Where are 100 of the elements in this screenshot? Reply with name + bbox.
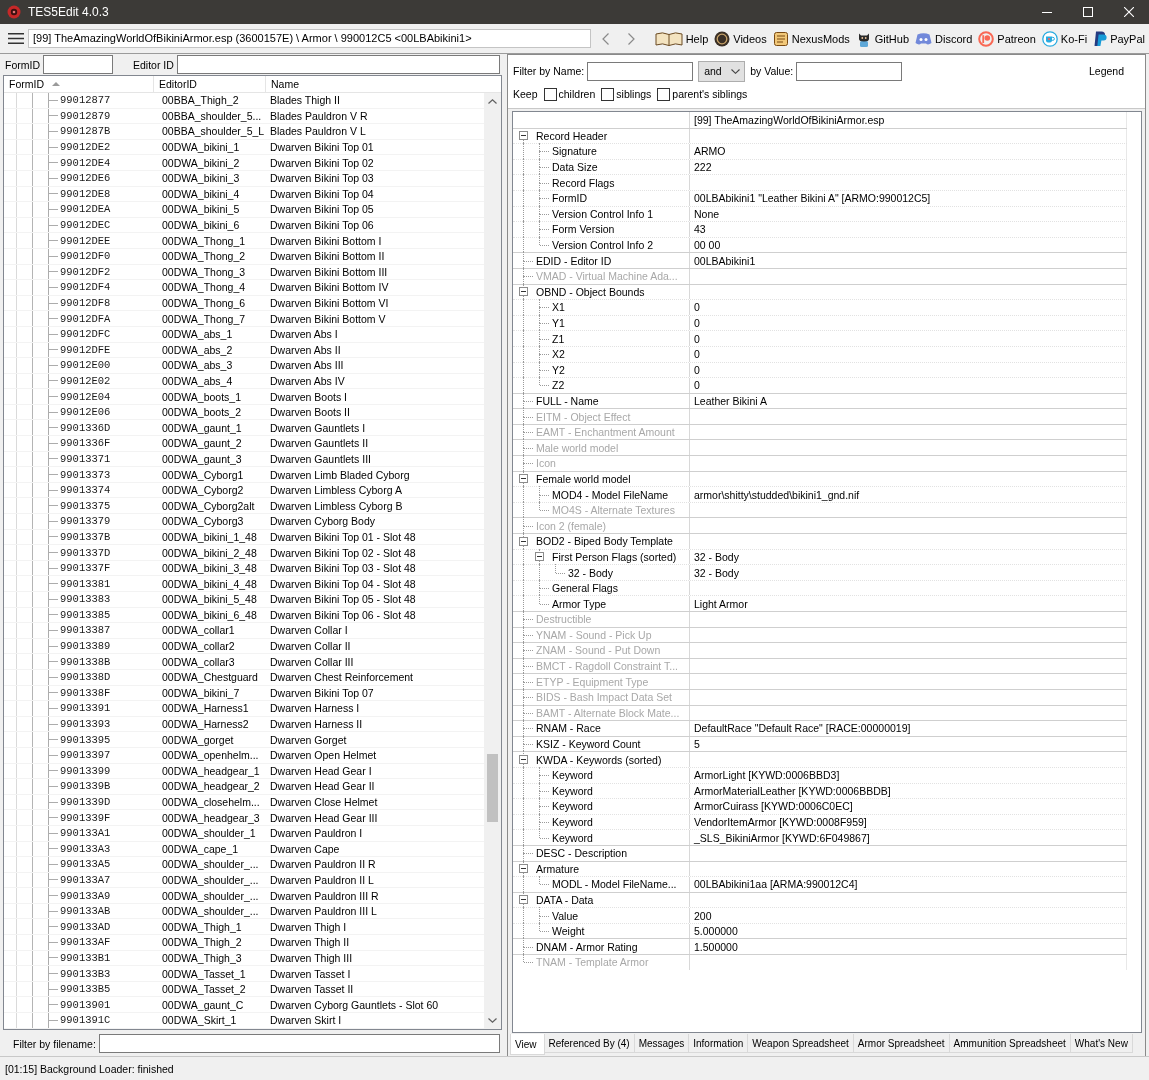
table-cell[interactable]: 990133A7 [60, 874, 111, 886]
column-header[interactable]: EditorID [154, 76, 266, 92]
table-cell[interactable]: 990133AF [60, 936, 111, 949]
table-cell[interactable]: Dwarven Bikini Top 06 [270, 219, 374, 232]
collapse-icon[interactable] [535, 552, 544, 562]
table-cell[interactable]: 99013385 [60, 608, 111, 621]
table-cell[interactable]: 990133A3 [60, 842, 111, 855]
table-cell[interactable]: 00DWA_Thigh_3 [162, 951, 242, 964]
tab[interactable]: What's New [1069, 1034, 1133, 1053]
table-cell[interactable]: 00DWA_Cyborg2 [162, 484, 244, 497]
table-cell[interactable]: 00DWA_gaunt_2 [162, 437, 242, 450]
table-cell[interactable]: 99012DF4 [60, 281, 111, 294]
filter-value-field[interactable] [796, 61, 903, 81]
table-cell[interactable]: 9901336D [60, 421, 111, 434]
table-cell[interactable]: 00DWA_boots_1 [162, 390, 241, 403]
filename-filter-field[interactable] [98, 1034, 500, 1053]
table-cell[interactable]: Dwarven Abs III [270, 359, 344, 372]
operator-dropdown[interactable]: and [698, 60, 746, 82]
table-cell[interactable]: Dwarven Bikini Top 03 [270, 172, 374, 185]
checkbox-option[interactable]: children [543, 87, 596, 101]
table-cell[interactable]: 00DWA_collar2 [162, 640, 235, 653]
table-cell[interactable]: 99012DE2 [60, 141, 111, 154]
collapse-icon[interactable] [519, 536, 528, 546]
table-cell[interactable]: 00DWA_bikini_5_48 [162, 593, 257, 606]
table-cell[interactable]: 00DWA_Thigh_1 [162, 920, 242, 933]
collapse-icon[interactable] [519, 474, 528, 484]
table-cell[interactable]: 990133A9 [60, 889, 111, 902]
table-cell[interactable]: 00DWA_shoulder_... [162, 858, 259, 871]
table-cell[interactable]: Dwarven Bikini Top 02 - Slot 48 [270, 546, 416, 559]
table-cell[interactable]: Dwarven Pauldron III L [270, 905, 377, 918]
column-header[interactable]: FormID [4, 76, 154, 92]
toolbar-link[interactable]: Patreon [978, 28, 1036, 49]
table-cell[interactable]: 00BBA_shoulder_5_L [162, 125, 265, 138]
table-cell[interactable]: 99012E00 [60, 359, 111, 372]
table-cell[interactable]: 00DWA_bikini_6_48 [162, 608, 257, 621]
toolbar-link[interactable]: Videos [714, 28, 767, 49]
table-cell[interactable]: 00DWA_headgear_3 [162, 811, 260, 824]
table-cell[interactable]: Dwarven Head Gear I [270, 764, 372, 777]
table-cell[interactable]: Dwarven Collar III [270, 655, 354, 668]
table-cell[interactable]: 99012E06 [60, 406, 111, 419]
filter-name-field[interactable] [587, 61, 694, 81]
scrollbar-thumb[interactable] [487, 754, 498, 822]
table-cell[interactable]: Dwarven Pauldron II R [270, 858, 376, 871]
table-cell[interactable]: 00DWA_Thong_2 [162, 250, 246, 263]
table-cell[interactable]: Dwarven Limbless Cyborg A [270, 484, 402, 497]
table-cell[interactable]: 9901338B [60, 655, 111, 668]
table-cell[interactable]: 00DWA_Skirt_1 [162, 1014, 237, 1027]
table-cell[interactable]: 99013395 [60, 733, 111, 746]
table-cell[interactable]: 99013375 [60, 499, 111, 512]
collapse-icon[interactable] [519, 287, 528, 297]
table-cell[interactable]: 00DWA_Harness2 [162, 718, 249, 731]
editor-id-field[interactable] [176, 55, 500, 74]
table-cell[interactable]: 99013387 [60, 624, 111, 637]
table-cell[interactable]: Blades Pauldron V R [270, 109, 368, 122]
table-cell[interactable]: Dwarven Bikini Top 07 [270, 686, 374, 699]
table-cell[interactable]: Dwarven Gorget [270, 733, 347, 746]
table-cell[interactable]: 00BBA_shoulder_5... [162, 109, 262, 122]
table-cell[interactable]: 99013901 [60, 998, 111, 1011]
table-cell[interactable]: Dwarven Gauntlets III [270, 452, 371, 465]
table-cell[interactable]: 99012DE4 [60, 156, 111, 169]
table-cell[interactable]: Dwarven Bikini Top 05 - Slot 48 [270, 593, 416, 606]
table-cell[interactable]: 00DWA_gaunt_C [162, 998, 244, 1011]
table-cell[interactable]: Dwarven Pauldron I [270, 827, 363, 840]
table-cell[interactable]: 00BBA_Thigh_2 [162, 94, 239, 107]
table-cell[interactable]: 00DWA_bikini_3_48 [162, 562, 257, 575]
table-cell[interactable]: 00DWA_shoulder_1 [162, 827, 256, 840]
table-cell[interactable]: 00DWA_bikini_2_48 [162, 546, 257, 559]
table-cell[interactable]: 99012DE6 [60, 172, 111, 185]
table-cell[interactable]: 9901337B [60, 530, 111, 543]
table-cell[interactable]: 00DWA_shoulder_... [162, 905, 259, 918]
collapse-icon[interactable] [519, 755, 528, 765]
table-cell[interactable]: 99012DEE [60, 234, 111, 247]
table-cell[interactable]: 99013373 [60, 468, 111, 481]
table-cell[interactable]: Dwarven Tasset I [270, 967, 351, 980]
table-cell[interactable]: 00DWA_closehelm... [162, 796, 260, 808]
table-cell[interactable]: Dwarven Cyborg Gauntlets - Slot 60 [270, 998, 439, 1011]
table-cell[interactable]: Dwarven Open Helmet [270, 749, 377, 762]
table-cell[interactable]: 99012DF8 [60, 297, 111, 309]
table-cell[interactable]: Dwarven Skirt I [270, 1014, 342, 1027]
table-cell[interactable]: Dwarven Bikini Top 05 [270, 203, 374, 216]
table-cell[interactable]: 00DWA_collar3 [162, 655, 235, 668]
table-cell[interactable]: 00DWA_Thong_7 [162, 312, 246, 325]
table-cell[interactable]: Dwarven Limb Bladed Cyborg [270, 468, 410, 481]
table-cell[interactable]: 9901338F [60, 686, 111, 699]
collapse-icon[interactable] [519, 864, 528, 874]
table-cell[interactable]: 99013383 [60, 593, 111, 606]
table-cell[interactable]: 00DWA_gaunt_1 [162, 421, 242, 434]
table-cell[interactable]: 00DWA_bikini_6 [162, 219, 240, 232]
table-cell[interactable]: Dwarven Bikini Top 04 [270, 187, 374, 200]
checkbox[interactable] [543, 87, 557, 101]
table-cell[interactable]: 00DWA_bikini_5 [162, 203, 240, 216]
table-cell[interactable]: 99013397 [60, 749, 111, 762]
toolbar-link[interactable]: PayPal [1093, 28, 1145, 49]
table-cell[interactable]: 00DWA_bikini_1 [162, 141, 240, 154]
table-cell[interactable]: Dwarven Close Helmet [270, 796, 378, 808]
checkbox[interactable] [601, 87, 615, 101]
table-cell[interactable]: 99013371 [60, 452, 111, 465]
table-cell[interactable]: 00DWA_Tasset_2 [162, 983, 246, 996]
table-cell[interactable]: 9901336F [60, 437, 111, 450]
table-cell[interactable]: Dwarven Harness II [270, 718, 363, 731]
